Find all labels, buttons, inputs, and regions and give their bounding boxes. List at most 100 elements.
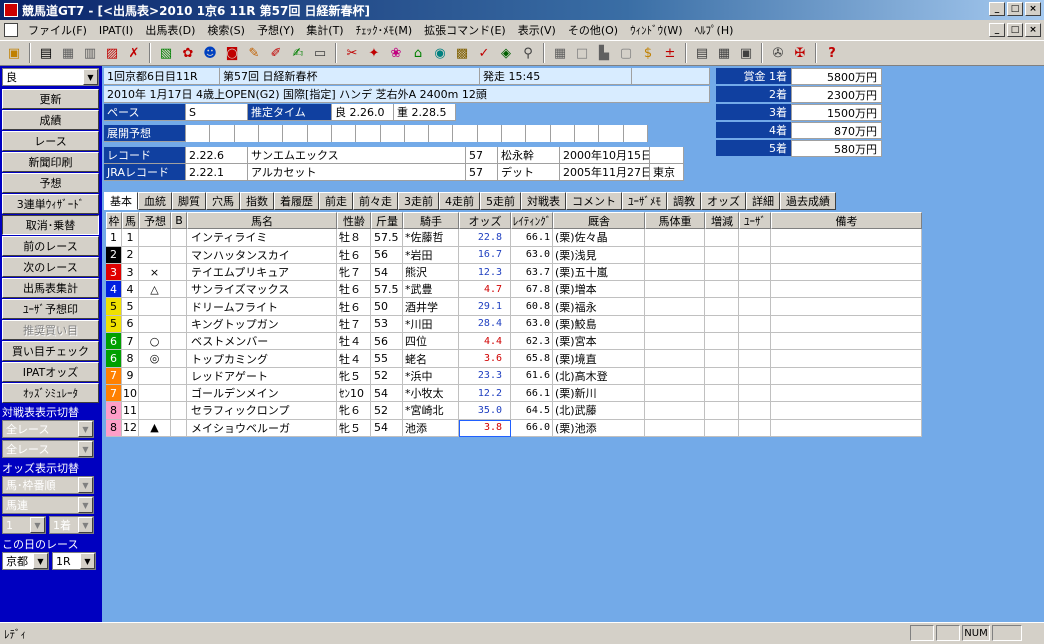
person-icon[interactable]: ☻ <box>200 43 220 63</box>
tab-details[interactable]: 詳細 <box>746 192 780 210</box>
grid-icon[interactable]: ▣ <box>736 43 756 63</box>
tab-3-races-ago[interactable]: 3走前 <box>398 192 439 210</box>
odds-cell[interactable]: 12.2 <box>459 384 511 403</box>
mdi-minimize-button[interactable]: _ <box>989 23 1005 37</box>
search-horse-icon[interactable]: ❀ <box>386 43 406 63</box>
odds-cell[interactable]: 4.4 <box>459 333 511 351</box>
chevron-down-icon[interactable]: ▼ <box>80 553 95 569</box>
odds-cell[interactable]: 22.8 <box>459 229 511 247</box>
dollar-icon[interactable]: $ <box>638 43 658 63</box>
col-forecast[interactable]: 予想 <box>139 212 171 230</box>
table-row[interactable]: 5 6 キングトップガン 牡７ 53 *川田 28.4 63.0 (栗)鮫島 <box>106 315 972 334</box>
document-icon[interactable] <box>4 23 18 37</box>
tab-past-results[interactable]: 過去成績 <box>780 192 836 210</box>
tab-2-races-ago[interactable]: 前々走 <box>353 192 398 210</box>
menu-view[interactable]: 表示(V) <box>512 22 562 38</box>
edit-icon[interactable]: ✐ <box>266 43 286 63</box>
menu-forecast[interactable]: 予想(Y) <box>251 22 300 38</box>
menu-help[interactable]: ﾍﾙﾌﾟ(H) <box>689 22 740 38</box>
horse-red-icon[interactable]: ✂ <box>342 43 362 63</box>
menu-check-memo[interactable]: ﾁｪｯｸ･ﾒﾓ(M) <box>350 22 419 38</box>
race-card-tally-button[interactable]: 出馬表集計 <box>2 278 99 298</box>
odds-cell[interactable]: 29.1 <box>459 298 511 316</box>
race-button[interactable]: レース <box>2 131 99 151</box>
col-stable[interactable]: 厩舎 <box>553 212 645 230</box>
help-icon[interactable]: ? <box>822 43 842 63</box>
table-row[interactable]: 6 7 ○ ベストメンバー 牡４ 56 四位 4.4 62.3 (栗)宮本 <box>106 333 972 351</box>
col-user[interactable]: ﾕｰｻﾞ <box>739 212 771 230</box>
table-row[interactable]: 1 1 インティライミ 牡８ 57.5 *佐藤哲 22.8 66.1 (栗)佐々晶 <box>106 229 972 247</box>
forecast-button[interactable]: 予想 <box>2 173 99 193</box>
chart-icon[interactable]: ▧ <box>156 43 176 63</box>
horse-icon[interactable]: ✦ <box>364 43 384 63</box>
venue-select[interactable]: 京都 ▼ <box>2 552 49 570</box>
tab-pedigree[interactable]: 血統 <box>138 192 172 210</box>
window-icon[interactable]: ▢ <box>616 43 636 63</box>
tab-last-race[interactable]: 前走 <box>319 192 353 210</box>
table-row[interactable]: 8 11 セラフィックロンプ 牝６ 52 *宮崎北 35.0 64.5 (北)武藤 <box>106 402 972 420</box>
tab-comment[interactable]: コメント <box>566 192 622 210</box>
memo-icon[interactable]: ✎ <box>244 43 264 63</box>
ipat-odds-button[interactable]: IPATオッズ <box>2 362 99 382</box>
col-body-weight[interactable]: 馬体重 <box>645 212 705 230</box>
mdi-close-button[interactable]: × <box>1025 23 1041 37</box>
tab-user-memo[interactable]: ﾕｰｻﾞﾒﾓ <box>622 192 667 210</box>
note-icon[interactable]: ◈ <box>496 43 516 63</box>
document-list-icon[interactable]: ▤ <box>692 43 712 63</box>
blank-icon[interactable]: □ <box>572 43 592 63</box>
user-forecast-mark-button[interactable]: ﾕｰｻﾞ予想印 <box>2 299 99 319</box>
col-odds[interactable]: オッズ <box>459 212 511 230</box>
odds-cell[interactable]: 4.7 <box>459 281 511 299</box>
magnifier-icon[interactable]: ⚲ <box>518 43 538 63</box>
results-button[interactable]: 成績 <box>2 110 99 130</box>
table-row[interactable]: 5 5 ドリームフライト 牡６ 50 酒井学 29.1 60.8 (栗)福永 <box>106 298 972 316</box>
track-condition-select[interactable]: 良 ▼ <box>2 68 99 86</box>
odds-cell[interactable]: 3.8 <box>459 419 511 437</box>
refresh-button[interactable]: 更新 <box>2 89 99 109</box>
globe-icon[interactable]: ◉ <box>430 43 450 63</box>
tab-index[interactable]: 指数 <box>240 192 274 210</box>
menu-file[interactable]: ファイル(F) <box>22 22 93 38</box>
tab-longshot[interactable]: 穴馬 <box>206 192 240 210</box>
table-row[interactable]: 8 12 ▲ メイショウベルーガ 牝５ 54 池添 3.8 66.0 (栗)池添 <box>106 419 972 437</box>
close-button[interactable]: × <box>1025 2 1041 16</box>
printer-icon[interactable]: ▭ <box>310 43 330 63</box>
mdi-restore-button[interactable]: □ <box>1007 23 1023 37</box>
odds-cell[interactable]: 23.3 <box>459 367 511 385</box>
col-b[interactable]: B <box>171 212 187 230</box>
menu-search[interactable]: 検索(S) <box>201 22 251 38</box>
menu-other[interactable]: その他(O) <box>562 22 624 38</box>
col-uma[interactable]: 馬 <box>122 212 139 230</box>
newspaper-icon[interactable]: ▤ <box>36 43 56 63</box>
chevron-down-icon[interactable]: ▼ <box>33 553 48 569</box>
pen-icon[interactable]: ✍ <box>288 43 308 63</box>
tab-5-races-ago[interactable]: 5走前 <box>480 192 521 210</box>
flag-icon[interactable]: ▙ <box>594 43 614 63</box>
next-race-button[interactable]: 次のレース <box>2 257 99 277</box>
tab-basic[interactable]: 基本 <box>104 192 138 210</box>
newspaper-print-button[interactable]: 新聞印刷 <box>2 152 99 172</box>
card-icon[interactable]: ▨ <box>102 43 122 63</box>
menu-tally[interactable]: 集計(T) <box>300 22 349 38</box>
open-folder-icon[interactable]: ▣ <box>4 43 24 63</box>
table-icon[interactable]: ▥ <box>80 43 100 63</box>
scratch-change-button[interactable]: 取消･乗替 <box>2 215 99 235</box>
prev-race-button[interactable]: 前のレース <box>2 236 99 256</box>
spreadsheet-icon[interactable]: ▦ <box>550 43 570 63</box>
list-icon[interactable]: ▦ <box>58 43 78 63</box>
form-icon[interactable]: ▦ <box>714 43 734 63</box>
photo-icon[interactable]: ▩ <box>452 43 472 63</box>
odds-cell[interactable]: 3.6 <box>459 350 511 368</box>
tab-running-style[interactable]: 脚質 <box>172 192 206 210</box>
trifecta-wizard-button[interactable]: 3連単ｳｨｻﾞｰﾄﾞ <box>2 194 99 214</box>
table-row[interactable]: 3 3 × テイエムプリキュア 牝７ 54 熊沢 12.3 63.7 (栗)五十嵐 <box>106 263 972 282</box>
stamp-icon[interactable]: ◙ <box>222 43 242 63</box>
col-waku[interactable]: 枠 <box>106 212 122 230</box>
table-row[interactable]: 7 10 ゴールデンメイン ｾﾝ10 54 *小牧太 12.2 66.1 (栗)新川 <box>106 384 972 403</box>
col-weight-carried[interactable]: 斤量 <box>371 212 403 230</box>
tools-icon[interactable]: ✠ <box>790 43 810 63</box>
table-row[interactable]: 2 2 マンハッタンスカイ 牡６ 56 *岩田 16.7 63.0 (栗)浅見 <box>106 246 972 264</box>
check-icon[interactable]: ✓ <box>474 43 494 63</box>
minimize-button[interactable]: _ <box>989 2 1005 16</box>
tab-training[interactable]: 調教 <box>667 192 701 210</box>
